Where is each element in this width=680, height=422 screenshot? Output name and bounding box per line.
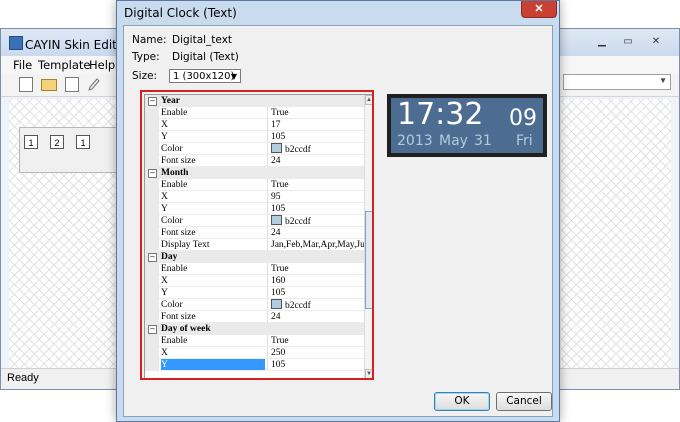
menu-template[interactable]: Template: [38, 58, 90, 72]
clock-year: 2013: [397, 133, 433, 149]
page-toolbar: 1 2 1: [19, 127, 119, 173]
category-month[interactable]: − Month: [145, 167, 365, 179]
pencil-icon[interactable]: [87, 77, 101, 92]
name-label: Name:: [132, 34, 167, 46]
menu-help[interactable]: Help: [89, 58, 115, 72]
property-row[interactable]: Enable True: [145, 107, 365, 119]
property-row[interactable]: X 250: [145, 347, 365, 359]
dialog-title: Digital Clock (Text): [124, 6, 237, 20]
size-label: Size:: [132, 70, 158, 82]
property-row[interactable]: X 95: [145, 191, 365, 203]
property-row[interactable]: Color b2ccdf: [145, 299, 365, 312]
dialog-body: Name: Digital_text Type: Digital (Text) …: [123, 25, 553, 417]
category-label: Month: [161, 168, 189, 178]
canvas-area-right: [561, 99, 671, 369]
page-tab-3[interactable]: 1: [76, 135, 90, 149]
collapse-icon[interactable]: −: [148, 253, 157, 262]
open-folder-icon[interactable]: [41, 79, 57, 91]
restore-icon[interactable]: ▭: [617, 35, 639, 49]
cancel-button[interactable]: Cancel: [496, 392, 552, 411]
new-document-icon[interactable]: [19, 77, 33, 92]
clock-preview: 17:32 09 2013 May 31 Fri: [387, 94, 547, 157]
property-grid[interactable]: − Year Enable True X 17 Y 105 Color b2ccdf F…: [144, 94, 374, 380]
scroll-thumb[interactable]: [365, 211, 373, 309]
property-row[interactable]: Y 105: [145, 131, 365, 143]
property-row[interactable]: X 160: [145, 275, 365, 287]
zoom-combo[interactable]: ▼: [563, 74, 671, 90]
size-select-value: 1 (300x120): [173, 71, 235, 82]
name-value: Digital_text: [172, 34, 233, 46]
property-row[interactable]: Enable True: [145, 179, 365, 191]
status-text: Ready: [7, 372, 39, 384]
property-row[interactable]: Font size 24: [145, 311, 365, 323]
category-day[interactable]: − Day: [145, 251, 365, 263]
property-row[interactable]: Color b2ccdf: [145, 143, 365, 156]
page-tab-2[interactable]: 2: [50, 135, 64, 149]
page-tab-1[interactable]: 1: [24, 135, 38, 149]
property-row[interactable]: Color b2ccdf: [145, 215, 365, 228]
color-swatch: [271, 299, 282, 309]
scroll-down-icon[interactable]: ▼: [365, 369, 373, 379]
menu-file[interactable]: File: [13, 58, 32, 72]
ok-button[interactable]: OK: [434, 392, 490, 411]
clock-time: 17:32: [397, 97, 484, 132]
property-row-selected[interactable]: Y 105: [145, 359, 365, 371]
category-year[interactable]: − Year: [145, 95, 365, 107]
property-row[interactable]: Y 105: [145, 287, 365, 299]
color-swatch: [271, 143, 282, 153]
category-label: Day of week: [161, 324, 211, 334]
minimize-icon[interactable]: ▁: [591, 35, 613, 49]
property-grid-scrollbar[interactable]: ▲ ▼: [364, 95, 373, 379]
collapse-icon[interactable]: −: [148, 97, 157, 106]
type-label: Type:: [132, 51, 160, 63]
collapse-icon[interactable]: −: [148, 325, 157, 334]
property-row[interactable]: Font size 24: [145, 155, 365, 167]
category-label: Year: [161, 96, 180, 106]
clock-day: 31: [474, 133, 492, 149]
category-day-of-week[interactable]: − Day of week: [145, 323, 365, 335]
category-label: Day: [161, 252, 178, 262]
property-row[interactable]: Font size 24: [145, 227, 365, 239]
save-icon[interactable]: [65, 77, 79, 92]
property-row[interactable]: Enable True: [145, 263, 365, 275]
digital-clock-dialog: Digital Clock (Text) ✕ Name: Digital_tex…: [116, 0, 560, 422]
property-row[interactable]: Enable True: [145, 335, 365, 347]
app-icon: [9, 36, 23, 50]
property-row[interactable]: X 17: [145, 119, 365, 131]
property-row[interactable]: Y 105: [145, 203, 365, 215]
property-row[interactable]: Display Text Jan,Feb,Mar,Apr,May,Ju...: [145, 239, 365, 251]
clock-weekday: Fri: [516, 133, 533, 149]
collapse-icon[interactable]: −: [148, 169, 157, 178]
scroll-up-icon[interactable]: ▲: [365, 95, 373, 105]
clock-month: May: [439, 133, 468, 149]
close-icon[interactable]: ✕: [521, 1, 557, 18]
clock-face: 17:32 09 2013 May 31 Fri: [391, 98, 543, 153]
clock-seconds: 09: [509, 106, 537, 131]
type-value: Digital (Text): [172, 51, 239, 63]
size-select[interactable]: 1 (300x120) ▼: [169, 69, 241, 83]
close-icon[interactable]: ✕: [645, 35, 667, 49]
color-swatch: [271, 215, 282, 225]
chevron-down-icon: ▼: [230, 72, 237, 81]
